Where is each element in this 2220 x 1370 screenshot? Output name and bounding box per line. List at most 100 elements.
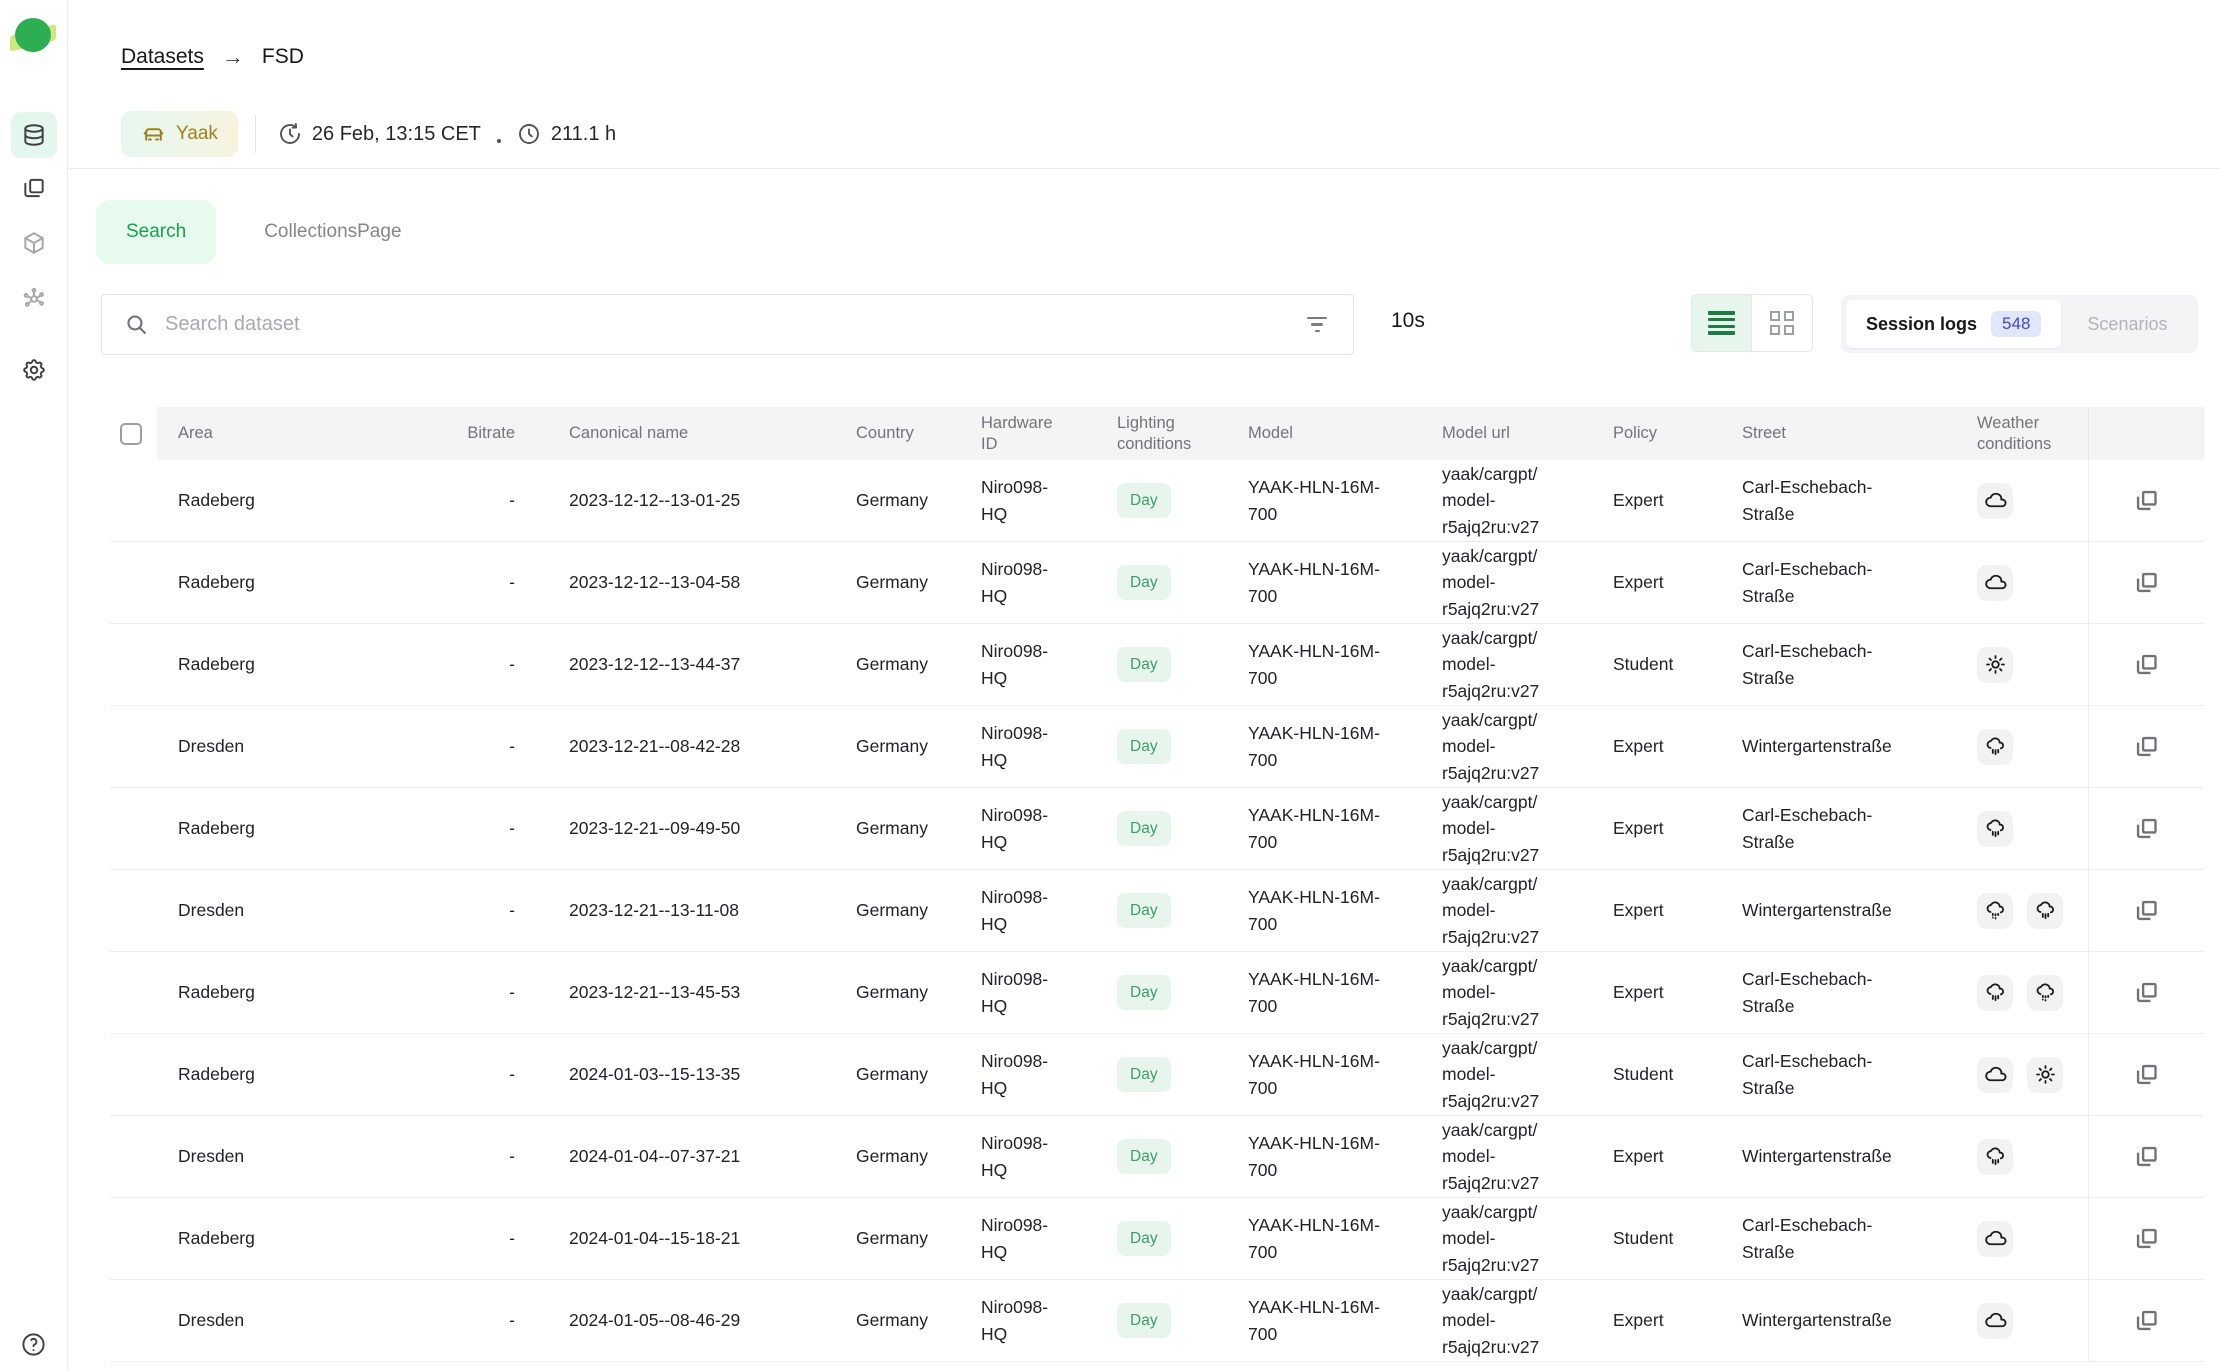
street-value: Carl-​Eschebach-​Straße	[1742, 638, 1910, 691]
lighting-badge: Day	[1117, 975, 1171, 1011]
canonical-name-value: 2024-01-04--15-18-21	[569, 1225, 740, 1252]
meta-divider	[255, 115, 256, 153]
model-url-value: yaak/​cargpt/​model-​r5ajq2ru:v27	[1442, 1281, 1588, 1361]
grid-view-button[interactable]	[1752, 295, 1812, 351]
view-toggle	[1691, 294, 1813, 352]
cloud-icon	[1977, 565, 2013, 601]
hardware-id-value: Niro098-​HQ	[981, 556, 1060, 609]
segment-session-logs[interactable]: Session logs 548	[1846, 300, 2061, 348]
search-input[interactable]	[165, 313, 1287, 336]
table-row[interactable]: Dresden - 2023-12-21--13-11-08 Germany N…	[110, 870, 2204, 952]
table-row[interactable]: Dresden - 2024-01-04--07-37-21 Germany N…	[110, 1116, 2204, 1198]
street-value: Wintergartenstraße	[1742, 733, 1892, 760]
weather-conditions	[1955, 1280, 2088, 1361]
area-value: Radeberg	[178, 487, 255, 514]
sidebar-item-datasets[interactable]	[11, 112, 57, 158]
table-row[interactable]: Radeberg - 2023-12-12--13-04-58 Germany …	[110, 542, 2204, 624]
weather-conditions	[1955, 1116, 2088, 1197]
table-row[interactable]: Radeberg - 2023-12-12--13-01-25 Germany …	[110, 460, 2204, 542]
area-value: Radeberg	[178, 1225, 255, 1252]
street-value: Carl-​Eschebach-​Straße	[1742, 1048, 1910, 1101]
sidebar-item-settings[interactable]	[11, 347, 57, 393]
copy-icon[interactable]	[2133, 979, 2160, 1006]
country-value: Germany	[856, 487, 928, 514]
weather-conditions	[1955, 1198, 2088, 1279]
copy-icon[interactable]	[2133, 1061, 2160, 1088]
model-value: YAAK-​HLN-​16M-​700	[1248, 720, 1408, 773]
cloud-icon	[1977, 483, 2013, 519]
filter-icon[interactable]	[1303, 313, 1331, 336]
header-area: Area	[157, 407, 443, 460]
sidebar-item-models[interactable]	[11, 220, 57, 266]
copy-icon[interactable]	[2133, 1225, 2160, 1252]
copy-icon[interactable]	[2133, 897, 2160, 924]
breadcrumb-datasets-link[interactable]: Datasets	[121, 45, 204, 69]
policy-value: Student	[1613, 651, 1673, 678]
policy-value: Expert	[1613, 979, 1664, 1006]
header-bitrate: Bitrate	[443, 407, 533, 460]
area-value: Radeberg	[178, 1061, 255, 1088]
total-duration: 211.1 h	[517, 122, 616, 146]
copy-icon[interactable]	[2133, 1307, 2160, 1334]
table-row[interactable]: Radeberg - 2023-12-21--13-45-53 Germany …	[110, 952, 2204, 1034]
copy-icon[interactable]	[2133, 815, 2160, 842]
sidebar-item-collections[interactable]	[11, 165, 57, 211]
table-row[interactable]: Radeberg - 2024-01-04--15-18-21 Germany …	[110, 1198, 2204, 1280]
lighting-badge: Day	[1117, 1057, 1171, 1093]
copy-icon[interactable]	[2133, 487, 2160, 514]
tab-search[interactable]: Search	[96, 200, 216, 264]
table-row[interactable]: Radeberg - 2023-12-12--13-44-37 Germany …	[110, 624, 2204, 706]
country-value: Germany	[856, 651, 928, 678]
table-row[interactable]: Dresden - 2024-01-05--08-46-29 Germany N…	[110, 1280, 2204, 1362]
vehicle-chip[interactable]: Yaak	[121, 111, 238, 157]
weather-conditions	[1955, 952, 2088, 1033]
model-value: YAAK-​HLN-​16M-​700	[1248, 966, 1408, 1019]
rain-icon	[1977, 811, 2013, 847]
clock-icon	[517, 122, 541, 146]
logo-circle	[15, 18, 51, 52]
bitrate-value: -	[509, 569, 515, 596]
copy-icon[interactable]	[2133, 651, 2160, 678]
scenarios-label: Scenarios	[2087, 314, 2167, 335]
clip-duration-value[interactable]: 10s	[1391, 309, 1425, 333]
rain-icon	[2027, 893, 2063, 929]
table-row[interactable]: Dresden - 2023-12-21--08-42-28 Germany N…	[110, 706, 2204, 788]
area-value: Dresden	[178, 1143, 244, 1170]
help-button[interactable]	[20, 1331, 47, 1358]
tab-collections-page[interactable]: CollectionsPage	[264, 221, 401, 243]
hardware-id-value: Niro098-​HQ	[981, 638, 1060, 691]
recording-datetime: 26 Feb, 13:15 CET	[278, 122, 481, 146]
model-value: YAAK-​HLN-​16M-​700	[1248, 1130, 1408, 1183]
segment-scenarios[interactable]: Scenarios	[2061, 300, 2193, 348]
session-logs-table: Area Bitrate Canonical name Country Hard…	[110, 407, 2204, 1362]
copy-icon[interactable]	[2133, 569, 2160, 596]
database-icon	[21, 122, 47, 148]
policy-value: Expert	[1613, 569, 1664, 596]
list-view-button[interactable]	[1692, 295, 1752, 351]
table-row[interactable]: Radeberg - 2024-01-03--15-13-35 Germany …	[110, 1034, 2204, 1116]
help-icon	[20, 1331, 47, 1358]
model-value: YAAK-​HLN-​16M-​700	[1248, 638, 1408, 691]
model-url-value: yaak/​cargpt/​model-​r5ajq2ru:v27	[1442, 461, 1588, 541]
model-url-value: yaak/​cargpt/​model-​r5ajq2ru:v27	[1442, 789, 1588, 869]
model-url-value: yaak/​cargpt/​model-​r5ajq2ru:v27	[1442, 1117, 1588, 1197]
model-url-value: yaak/​cargpt/​model-​r5ajq2ru:v27	[1442, 1199, 1588, 1279]
grid-icon	[1770, 311, 1794, 335]
copy-icon[interactable]	[2133, 733, 2160, 760]
area-value: Dresden	[178, 1307, 244, 1334]
street-value: Carl-​Eschebach-​Straße	[1742, 1212, 1910, 1265]
header-hardware: Hardware ID	[960, 407, 1085, 460]
meta-dot-separator	[497, 139, 501, 143]
drizzle-icon	[2027, 975, 2063, 1011]
total-duration-value: 211.1 h	[551, 123, 616, 146]
select-all-checkbox[interactable]	[120, 423, 142, 445]
table-row[interactable]: Radeberg - 2023-12-21--09-49-50 Germany …	[110, 788, 2204, 870]
policy-value: Expert	[1613, 487, 1664, 514]
copies-icon	[21, 175, 47, 201]
copy-icon[interactable]	[2133, 1143, 2160, 1170]
page-tabs: Search CollectionsPage	[96, 200, 402, 264]
model-url-value: yaak/​cargpt/​model-​r5ajq2ru:v27	[1442, 543, 1588, 623]
sidebar-item-network[interactable]	[11, 276, 57, 322]
app-logo	[10, 14, 58, 58]
street-value: Wintergartenstraße	[1742, 1143, 1892, 1170]
